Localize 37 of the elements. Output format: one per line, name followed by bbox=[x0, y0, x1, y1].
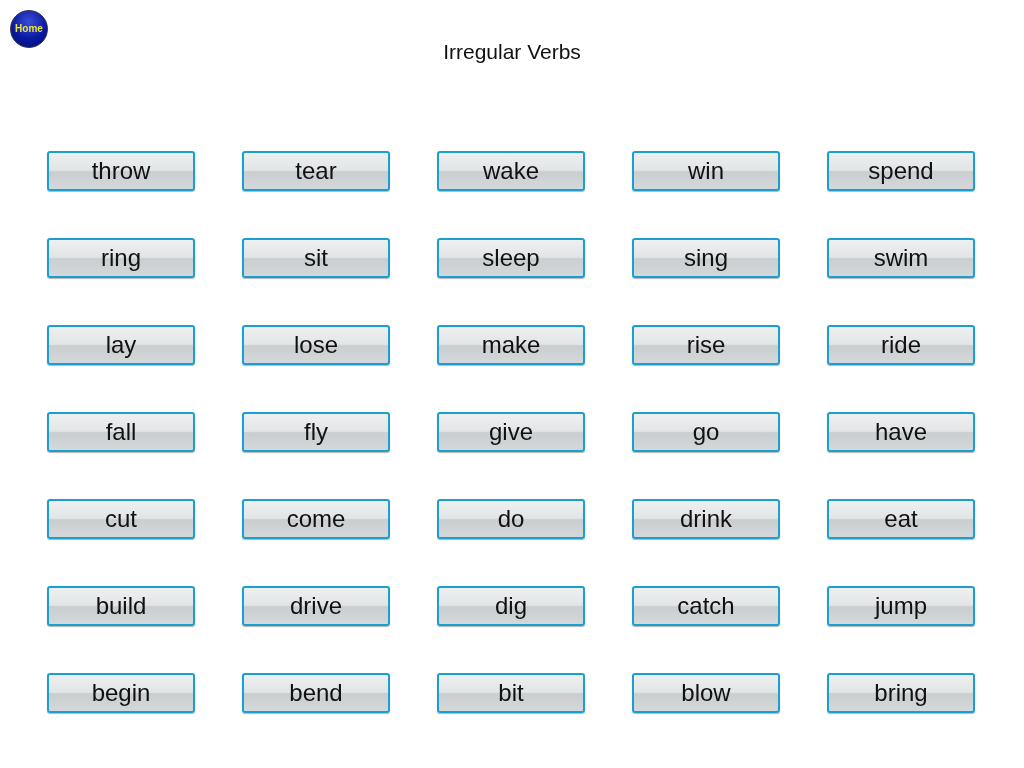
verb-button[interactable]: bit bbox=[437, 673, 585, 713]
verb-button[interactable]: have bbox=[827, 412, 975, 452]
verb-button[interactable]: sleep bbox=[437, 238, 585, 278]
verb-button[interactable]: build bbox=[47, 586, 195, 626]
verb-button[interactable]: do bbox=[437, 499, 585, 539]
verb-button[interactable]: catch bbox=[632, 586, 780, 626]
verb-button[interactable]: fly bbox=[242, 412, 390, 452]
verb-button[interactable]: swim bbox=[827, 238, 975, 278]
verb-button[interactable]: spend bbox=[827, 151, 975, 191]
verb-button[interactable]: tear bbox=[242, 151, 390, 191]
verb-button[interactable]: sing bbox=[632, 238, 780, 278]
verb-button[interactable]: bend bbox=[242, 673, 390, 713]
verb-button[interactable]: sit bbox=[242, 238, 390, 278]
verb-button[interactable]: throw bbox=[47, 151, 195, 191]
verb-button[interactable]: give bbox=[437, 412, 585, 452]
verb-button[interactable]: win bbox=[632, 151, 780, 191]
verb-button[interactable]: jump bbox=[827, 586, 975, 626]
verb-button[interactable]: make bbox=[437, 325, 585, 365]
verb-button[interactable]: drink bbox=[632, 499, 780, 539]
verb-button[interactable]: drive bbox=[242, 586, 390, 626]
verb-button[interactable]: wake bbox=[437, 151, 585, 191]
home-button[interactable]: Home bbox=[10, 10, 48, 48]
verb-button[interactable]: bring bbox=[827, 673, 975, 713]
verb-button[interactable]: lose bbox=[242, 325, 390, 365]
verb-button[interactable]: dig bbox=[437, 586, 585, 626]
verb-button[interactable]: go bbox=[632, 412, 780, 452]
verb-button[interactable]: cut bbox=[47, 499, 195, 539]
verb-button[interactable]: eat bbox=[827, 499, 975, 539]
verb-button[interactable]: lay bbox=[47, 325, 195, 365]
verb-button[interactable]: ring bbox=[47, 238, 195, 278]
verb-button[interactable]: blow bbox=[632, 673, 780, 713]
verb-button[interactable]: ride bbox=[827, 325, 975, 365]
verb-button[interactable]: come bbox=[242, 499, 390, 539]
verb-button[interactable]: begin bbox=[47, 673, 195, 713]
verb-button[interactable]: rise bbox=[632, 325, 780, 365]
verb-button[interactable]: fall bbox=[47, 412, 195, 452]
page-title: Irregular Verbs bbox=[443, 39, 581, 65]
